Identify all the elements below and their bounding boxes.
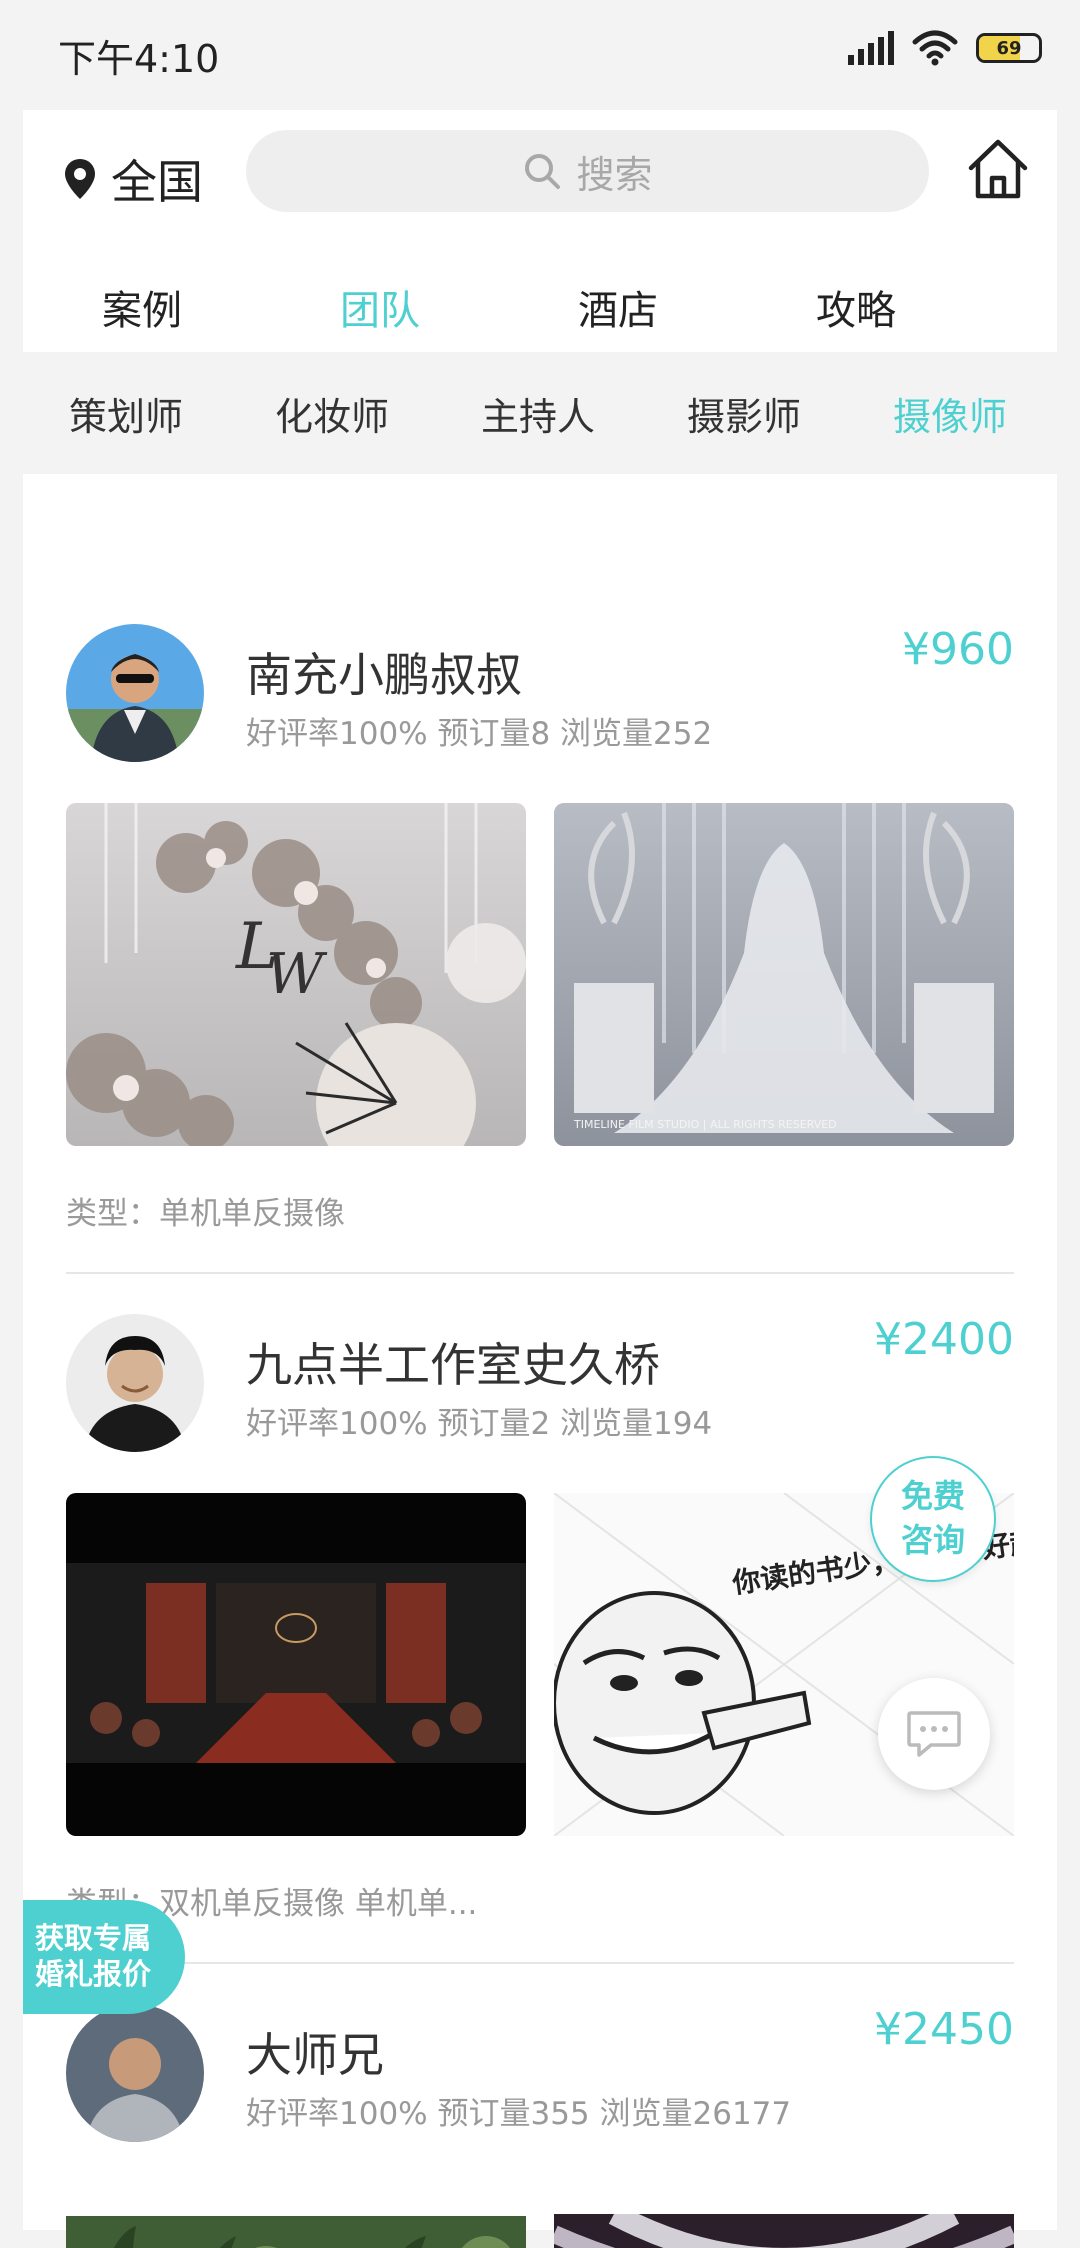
- search-input[interactable]: 搜索: [246, 130, 929, 212]
- subtab-videographer[interactable]: 摄像师: [847, 386, 1053, 441]
- status-time: 下午4:10: [58, 37, 220, 81]
- team-stats: 好评率100% 预订量355 浏览量26177: [246, 2096, 792, 2132]
- battery-icon: 69: [976, 33, 1042, 63]
- chat-button[interactable]: [878, 1678, 990, 1790]
- search-placeholder: 搜索: [576, 152, 653, 197]
- tab-hotel[interactable]: 酒店: [499, 260, 737, 362]
- subtab-makeup[interactable]: 化妆师: [229, 386, 435, 441]
- case-photo[interactable]: [554, 2214, 1014, 2248]
- subtab-photographer[interactable]: 摄影师: [641, 386, 847, 441]
- avatar: [66, 1314, 204, 1452]
- team-stats: 好评率100% 预订量2 浏览量194: [246, 1406, 713, 1442]
- home-icon[interactable]: [965, 136, 1031, 202]
- team-item[interactable]: 大师兄 好评率100% 预订量355 浏览量26177 ¥2450: [23, 1854, 1057, 2248]
- team-item[interactable]: 南充小鹏叔叔 好评率100% 预订量8 浏览量252 ¥960 L W TIME…: [23, 474, 1057, 1274]
- location-selector[interactable]: 全国: [63, 146, 203, 212]
- quote-line2: 婚礼报价: [35, 1957, 152, 1991]
- case-photo[interactable]: [66, 2216, 526, 2248]
- main-tabs: 案例 团队 酒店 攻略: [23, 260, 1057, 362]
- get-quote-banner[interactable]: 获取专属 婚礼报价: [23, 1900, 185, 2014]
- team-name: 大师兄: [246, 2028, 384, 2082]
- chat-icon: [907, 1711, 961, 1757]
- quote-line1: 获取专属: [35, 1921, 152, 1955]
- free-consult-line1: 免费: [900, 1477, 965, 1515]
- subtab-host[interactable]: 主持人: [435, 386, 641, 441]
- team-price: ¥960: [902, 624, 1014, 675]
- team-name: 九点半工作室史久桥: [246, 1338, 660, 1392]
- avatar: [66, 2004, 204, 2142]
- free-consult-button[interactable]: 免费 咨询: [870, 1456, 996, 1582]
- location-pin-icon: [65, 159, 95, 199]
- case-photo[interactable]: L W: [66, 803, 526, 1146]
- signal-icon: [848, 31, 894, 65]
- case-photo[interactable]: [66, 1493, 526, 1836]
- free-consult-line2: 咨询: [900, 1521, 965, 1559]
- photo-watermark: TIMELINE FILM STUDIO | ALL RIGHTS RESERV…: [573, 1118, 837, 1131]
- team-name: 南充小鹏叔叔: [246, 648, 522, 702]
- status-bar: 下午4:10 69: [0, 0, 1080, 105]
- tab-cases[interactable]: 案例: [23, 260, 261, 362]
- battery-level: 69: [996, 37, 1022, 59]
- role-tabs: 策划师 化妆师 主持人 摄影师 摄像师: [23, 352, 1057, 474]
- main-content: 全国 搜索 案例 团队 酒店 攻略 策划师 化妆师 主持人 摄影师 摄像师 南充…: [23, 110, 1057, 2248]
- team-price: ¥2450: [874, 2004, 1014, 2055]
- subtab-planner[interactable]: 策划师: [23, 386, 229, 441]
- team-price: ¥2400: [874, 1314, 1014, 1365]
- search-icon: [525, 154, 561, 189]
- tab-team[interactable]: 团队: [261, 260, 499, 362]
- avatar: [66, 624, 204, 762]
- location-label: 全国: [111, 155, 203, 209]
- svg-text:W: W: [266, 942, 328, 1007]
- status-icons: 69: [848, 30, 1042, 66]
- tab-guide[interactable]: 攻略: [737, 260, 975, 362]
- case-photo[interactable]: TIMELINE FILM STUDIO | ALL RIGHTS RESERV…: [554, 803, 1014, 1146]
- wifi-icon: [912, 30, 958, 66]
- team-stats: 好评率100% 预订量8 浏览量252: [246, 716, 713, 752]
